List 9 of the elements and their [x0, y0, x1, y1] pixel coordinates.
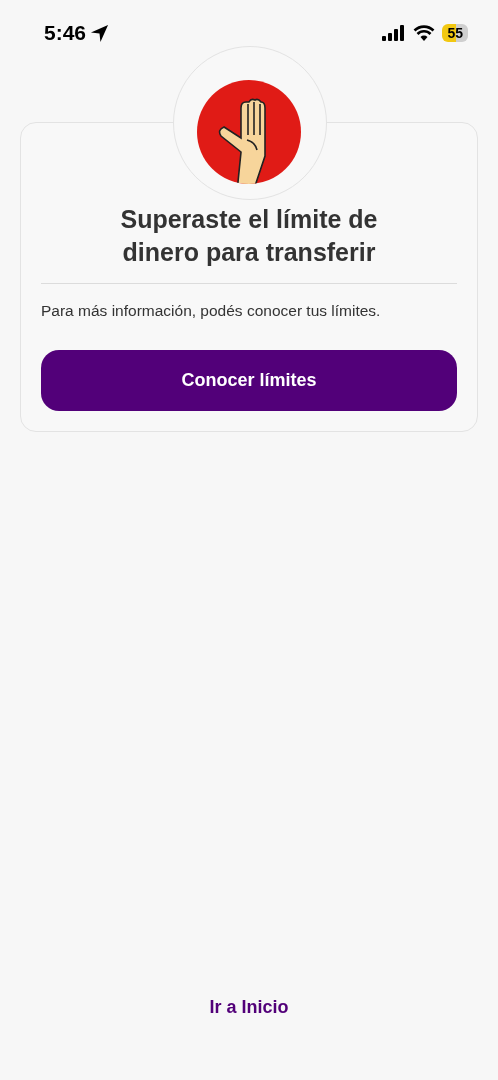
info-message: Para más información, podés conocer tus límites. — [41, 302, 382, 320]
stop-hand-icon — [197, 80, 301, 184]
home-link[interactable]: Ir a Inicio — [209, 997, 289, 1018]
location-arrow-icon — [90, 23, 110, 43]
limits-button[interactable]: Conocer límites — [41, 350, 457, 411]
error-title: Superaste el límite de dinero para transferir — [119, 204, 379, 268]
wifi-icon — [413, 25, 436, 41]
status-time: 5:46 — [44, 21, 87, 45]
signal-icon — [382, 25, 407, 41]
